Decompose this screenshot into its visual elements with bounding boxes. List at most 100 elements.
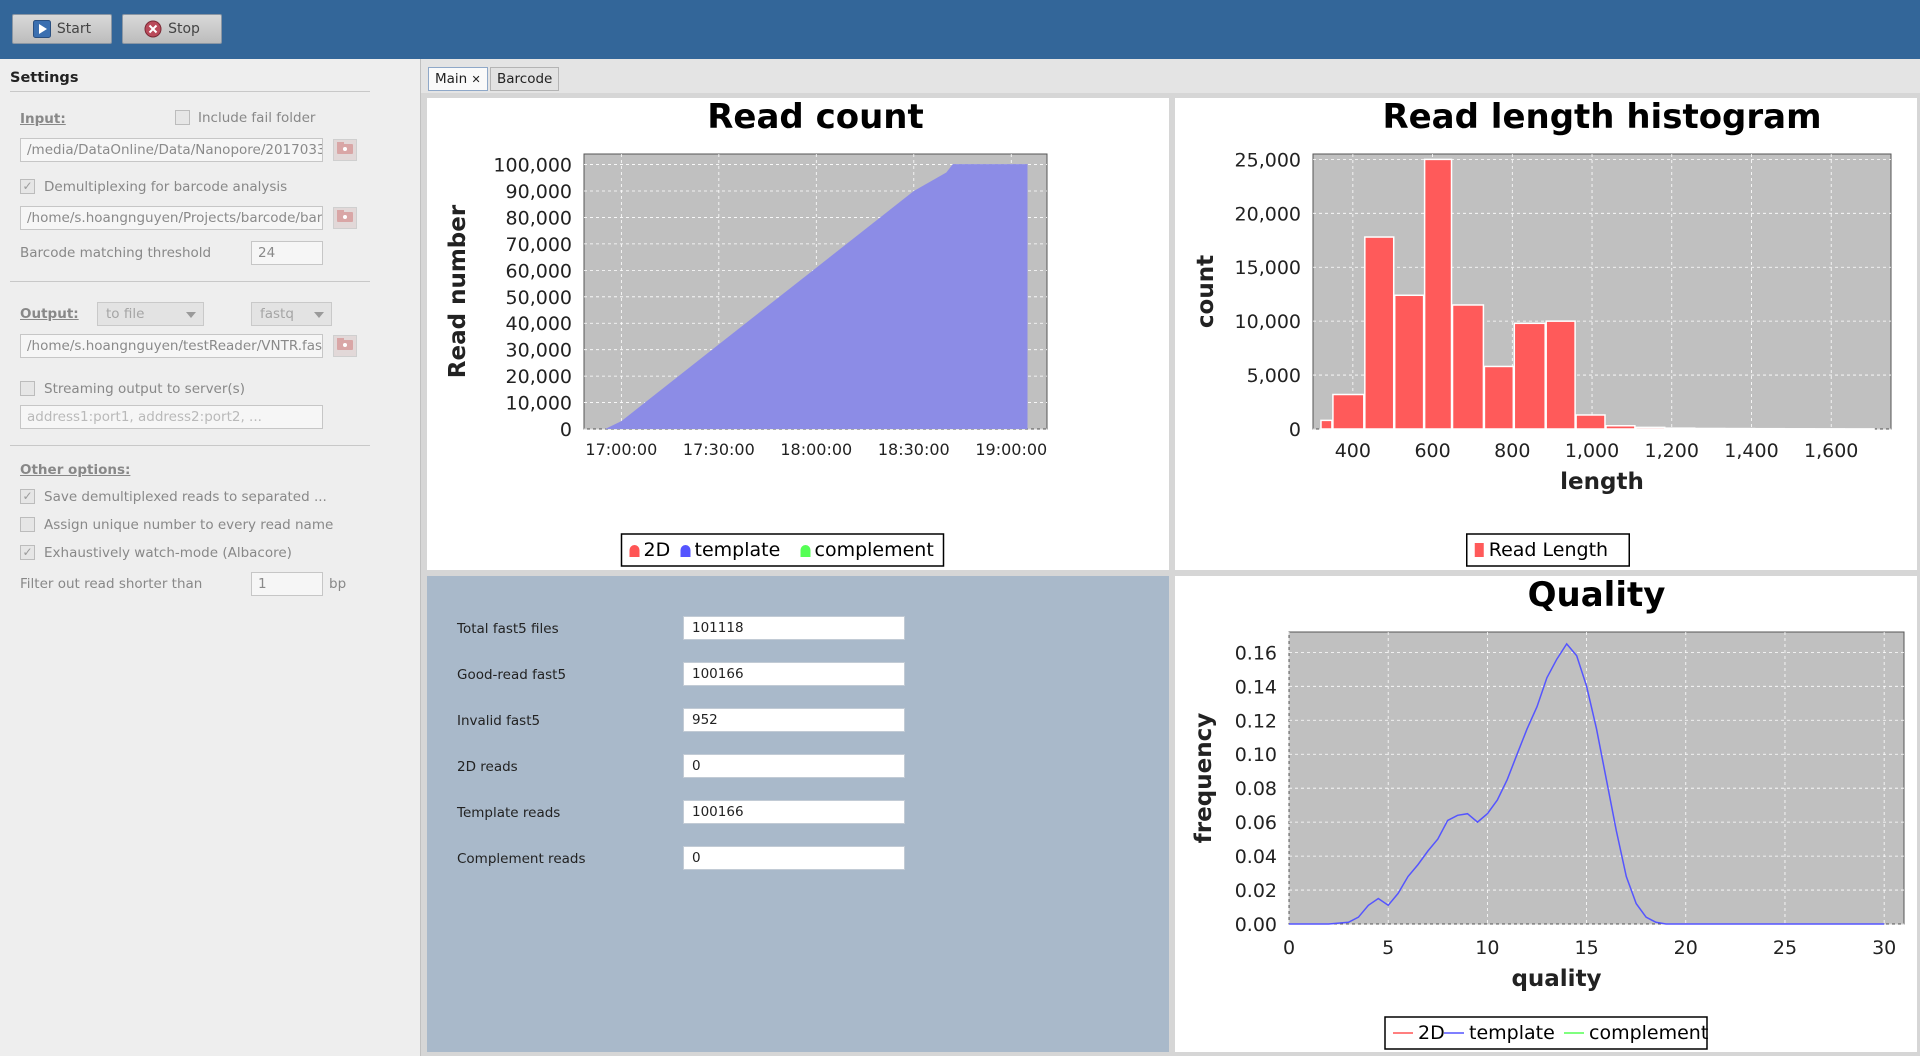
unique-number-checkbox[interactable] xyxy=(20,517,35,532)
save-demultiplexed-checkbox[interactable]: ✓ xyxy=(20,489,35,504)
output-mode-select[interactable]: to file xyxy=(97,302,204,326)
output-folder-button[interactable] xyxy=(333,335,357,357)
y-tick-label: 25,000 xyxy=(1235,149,1301,171)
settings-title: Settings xyxy=(10,70,79,86)
stop-icon xyxy=(144,20,162,38)
read-count-chart: Read count 0 10,000 20,000 30,000 40,000 50,00… xyxy=(445,97,1048,567)
x-tick-label: 1,200 xyxy=(1645,440,1699,462)
x-tick-label: 800 xyxy=(1494,440,1530,462)
y-tick-label: 15,000 xyxy=(1235,257,1301,279)
invalid-fast5-label: Invalid fast5 xyxy=(457,713,541,729)
legend-label: complement xyxy=(815,539,934,561)
y-tick-label: 0.16 xyxy=(1235,642,1277,664)
include-fail-label: Include fail folder xyxy=(198,110,316,126)
threshold-label: Barcode matching threshold xyxy=(20,245,212,261)
x-tick-label: 10 xyxy=(1475,937,1499,959)
y-tick-label: 0.06 xyxy=(1235,812,1277,834)
filter-label: Filter out read shorter than xyxy=(20,576,203,592)
template-reads-field[interactable]: 100166 xyxy=(683,800,905,824)
divider xyxy=(10,91,370,92)
folder-icon xyxy=(337,142,353,158)
output-format-select[interactable]: fastq xyxy=(251,302,332,326)
legend-swatch xyxy=(1474,543,1484,557)
y-tick-label: 0.08 xyxy=(1235,778,1277,800)
complement-reads-field[interactable]: 0 xyxy=(683,846,905,870)
divider xyxy=(10,445,370,446)
invalid-fast5-field[interactable]: 952 xyxy=(683,708,905,732)
streaming-label: Streaming output to server(s) xyxy=(44,381,245,397)
settings-panel: Settings Input: Include fail folder /med… xyxy=(0,59,420,1056)
y-tick-label: 20,000 xyxy=(506,366,572,388)
y-tick-label: 0.14 xyxy=(1235,676,1277,698)
close-icon[interactable]: ✕ xyxy=(472,73,481,86)
good-read-field[interactable]: 100166 xyxy=(683,662,905,686)
y-tick-label: 0.12 xyxy=(1235,710,1277,732)
y-tick-label: 0 xyxy=(560,419,572,441)
chart-title: Read length histogram xyxy=(1382,98,1821,137)
watch-mode-checkbox[interactable]: ✓ xyxy=(20,545,35,560)
x-tick-label: 25 xyxy=(1773,937,1797,959)
folder-icon xyxy=(337,210,353,226)
y-tick-label: 0.00 xyxy=(1235,914,1277,936)
x-tick-label: 18:00:00 xyxy=(780,440,852,459)
legend-label: template xyxy=(1469,1022,1555,1044)
output-path-field[interactable]: /home/s.hoangnguyen/testReader/VNTR.fas xyxy=(20,334,323,358)
y-tick-label: 90,000 xyxy=(506,181,572,203)
plot-area xyxy=(1288,631,1905,925)
barcode-path-field[interactable]: /home/s.hoangnguyen/Projects/barcode/bar xyxy=(20,206,323,230)
y-tick-label: 20,000 xyxy=(1235,203,1301,225)
filter-unit-label: bp xyxy=(329,576,347,592)
output-format-value: fastq xyxy=(260,306,294,322)
x-axis-title: length xyxy=(1560,469,1644,495)
demultiplex-checkbox[interactable]: ✓ xyxy=(20,179,35,194)
x-tick-label: 1,600 xyxy=(1804,440,1858,462)
include-fail-checkbox[interactable] xyxy=(175,110,190,125)
histogram-bar xyxy=(1545,320,1576,430)
histogram-bar xyxy=(1605,425,1636,430)
x-tick-label: 20 xyxy=(1674,937,1698,959)
legend-label: complement xyxy=(1589,1022,1708,1044)
histogram-bar xyxy=(1393,294,1425,430)
stop-button[interactable]: Stop xyxy=(122,14,222,44)
histogram-bar xyxy=(1423,158,1453,430)
start-button[interactable]: Start xyxy=(12,14,112,44)
unique-number-label: Assign unique number to every read name xyxy=(44,517,334,533)
read-length-panel: Read length histogram 0 5,000 10,000 15,000 2… xyxy=(1175,97,1917,570)
y-tick-label: 70,000 xyxy=(506,234,572,256)
good-read-label: Good-read fast5 xyxy=(457,667,567,683)
watch-mode-label: Exhaustively watch-mode (Albacore) xyxy=(44,545,292,561)
x-tick-label: 17:30:00 xyxy=(683,440,755,459)
chart-legend: 2D template complement xyxy=(620,533,945,567)
chart-title: Read count xyxy=(707,98,924,137)
y-axis-title: frequency xyxy=(1191,713,1217,843)
read-length-chart: Read length histogram 0 5,000 10,000 15,000 2… xyxy=(1193,97,1892,567)
legend-label: 2D xyxy=(1418,1022,1445,1044)
streaming-checkbox[interactable] xyxy=(20,381,35,396)
barcode-folder-button[interactable] xyxy=(333,207,357,229)
chart-legend: Read Length xyxy=(1466,533,1630,567)
x-tick-label: 17:00:00 xyxy=(585,440,657,459)
start-label: Start xyxy=(56,21,92,37)
read-count-panel: Read count 0 10,000 20,000 30,000 40,000 50,00… xyxy=(427,97,1169,570)
input-folder-button[interactable] xyxy=(333,139,357,161)
server-address-field[interactable]: address1:port1, address2:port2, ... xyxy=(20,405,323,429)
tab-barcode[interactable]: Barcode xyxy=(490,67,560,91)
other-options-label: Other options: xyxy=(20,462,131,478)
stop-label: Stop xyxy=(168,21,200,37)
histogram-bar xyxy=(1364,236,1395,430)
template-reads-label: Template reads xyxy=(457,805,561,821)
y-tick-label: 30,000 xyxy=(506,340,572,362)
x-tick-label: 5 xyxy=(1382,937,1394,959)
input-label: Input: xyxy=(20,111,66,127)
input-path-field[interactable]: /media/DataOnline/Data/Nanopore/2017033 xyxy=(20,138,323,162)
tab-main-label: Main xyxy=(435,71,468,87)
threshold-field[interactable]: 24 xyxy=(251,241,323,265)
legend-label: Read Length xyxy=(1489,539,1608,561)
twod-reads-field[interactable]: 0 xyxy=(683,754,905,778)
tab-main[interactable]: Main ✕ xyxy=(428,67,488,91)
legend-label: template xyxy=(695,539,781,561)
chevron-down-icon xyxy=(186,312,196,318)
filter-length-field[interactable]: 1 xyxy=(251,572,323,596)
save-demultiplexed-label: Save demultiplexed reads to separated ..… xyxy=(44,489,327,505)
total-fast5-field[interactable]: 101118 xyxy=(683,616,905,640)
